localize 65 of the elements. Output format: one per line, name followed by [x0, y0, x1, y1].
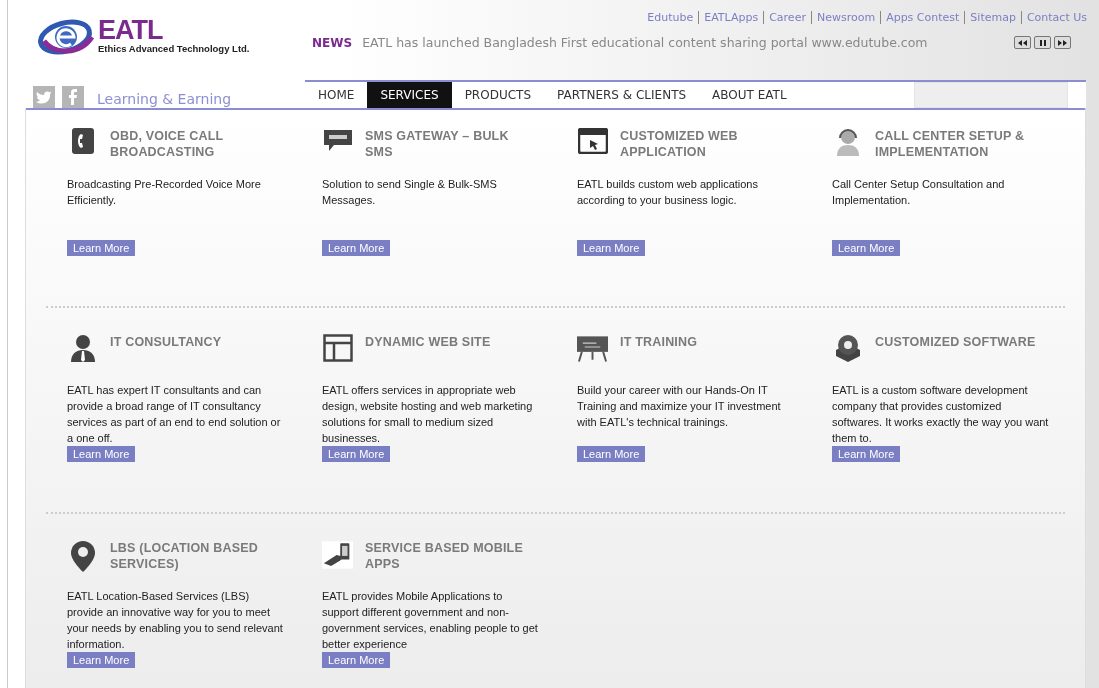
top-link[interactable]: Newsroom	[810, 11, 881, 24]
search-field[interactable]	[914, 82, 1068, 108]
nav-tab[interactable]: HOME	[305, 82, 368, 108]
map-pin-icon	[69, 540, 96, 572]
learn-more-button[interactable]: Learn More	[832, 446, 901, 462]
service-description: EATL is a custom software development company that provides customized softwares. It works exactly the way you want them to.	[832, 383, 1050, 446]
service-title: DYNAMIC WEB SITE	[365, 334, 492, 350]
fast-forward-icon	[1058, 39, 1067, 46]
nav-tab[interactable]: PARTNERS & CLIENTS	[544, 82, 700, 108]
sms-icon	[323, 128, 352, 152]
top-link[interactable]: Career	[763, 11, 811, 24]
service-title: LBS (LOCATION BASED SERVICES)	[110, 540, 259, 572]
browser-window-icon	[577, 128, 608, 154]
service-title: IT CONSULTANCY	[110, 334, 223, 350]
nav-tab[interactable]: ABOUT EATL	[699, 82, 800, 108]
company-name: Ethics Advanced Technology Ltd.	[98, 43, 250, 55]
service-description: EATL Location-Based Services (LBS) provide an innovative way for you to meet your needs by enabling you to send relevant information.	[67, 589, 284, 652]
learn-more-button[interactable]: Learn More	[67, 240, 136, 256]
service-title: CUSTOMIZED WEB APPLICATION	[620, 128, 739, 160]
service-description: EATL has expert IT consultants and can provide a broad range of IT consultancy services as part of an end to end solution or a one off.	[67, 383, 282, 446]
learn-more-button[interactable]: Learn More	[577, 240, 646, 256]
top-link[interactable]: Sitemap	[964, 11, 1021, 24]
nav-tab[interactable]: SERVICES	[367, 82, 452, 108]
service-title: CALL CENTER SETUP & IMPLEMENTATION	[875, 128, 1026, 160]
layout-icon	[322, 334, 353, 362]
top-link[interactable]: Contact Us	[1020, 11, 1087, 24]
service-title: IT TRAINING	[620, 334, 699, 350]
service-description: EATL offers services in appropriate web design, website hosting and web marketing solutions for small to medium sized businesses.	[322, 383, 534, 446]
service-description: EATL provides Mobile Applications to support different government and non-government services, enabling people to get better experience	[322, 589, 539, 652]
rewind-icon	[1018, 39, 1027, 46]
learn-more-button[interactable]: Learn More	[832, 240, 901, 256]
pause-button[interactable]	[1034, 36, 1051, 49]
learn-more-button[interactable]: Learn More	[322, 240, 391, 256]
person-icon	[69, 334, 96, 362]
top-link[interactable]: Edutube	[642, 11, 699, 24]
service-title: SERVICE BASED MOBILE APPS	[365, 540, 524, 572]
service-title: CUSTOMIZED SOFTWARE	[875, 334, 1037, 350]
service-title: SMS GATEWAY – BULK SMS	[365, 128, 510, 160]
headset-agent-icon	[834, 128, 861, 156]
learn-more-button[interactable]: Learn More	[577, 446, 646, 462]
logo-wordmark: EATL	[98, 17, 164, 43]
bird-icon	[36, 90, 52, 104]
learn-more-button[interactable]: Learn More	[67, 652, 136, 668]
service-description: Broadcasting Pre-Recorded Voice More Efficiently.	[67, 177, 262, 208]
service-description: Solution to send Single & Bulk-SMS Messages.	[322, 177, 498, 208]
news-ticker-text: EATL has launched Bangladesh First educational content sharing portal www.edutube.com	[362, 35, 929, 50]
nav-tab[interactable]: PRODUCTS	[451, 82, 544, 108]
service-description: EATL builds custom web applications according to your business logic.	[577, 177, 759, 208]
top-link[interactable]: Apps Contest	[880, 11, 965, 24]
phone-icon	[71, 128, 94, 154]
news-label: NEWS	[312, 35, 353, 50]
service-title: OBD, VOICE CALL BROADCASTING	[110, 128, 225, 160]
learn-more-button[interactable]: Learn More	[322, 446, 391, 462]
whiteboard-icon	[577, 334, 608, 362]
service-description: Call Center Setup Consultation and Implementation.	[832, 177, 1006, 208]
learn-more-button[interactable]: Learn More	[322, 652, 391, 668]
service-description: Build your career with our Hands-On IT Training and maximize your IT investment with EATL's technical trainings.	[577, 383, 782, 430]
tagline: Learning & Earning	[97, 90, 232, 108]
hand-phone-icon	[322, 540, 353, 570]
previous-button[interactable]	[1014, 36, 1031, 49]
facebook-f-icon	[69, 89, 77, 105]
top-link[interactable]: EATLApps	[698, 11, 764, 24]
next-button[interactable]	[1054, 36, 1071, 49]
learn-more-button[interactable]: Learn More	[67, 446, 136, 462]
pause-icon	[1039, 39, 1046, 46]
